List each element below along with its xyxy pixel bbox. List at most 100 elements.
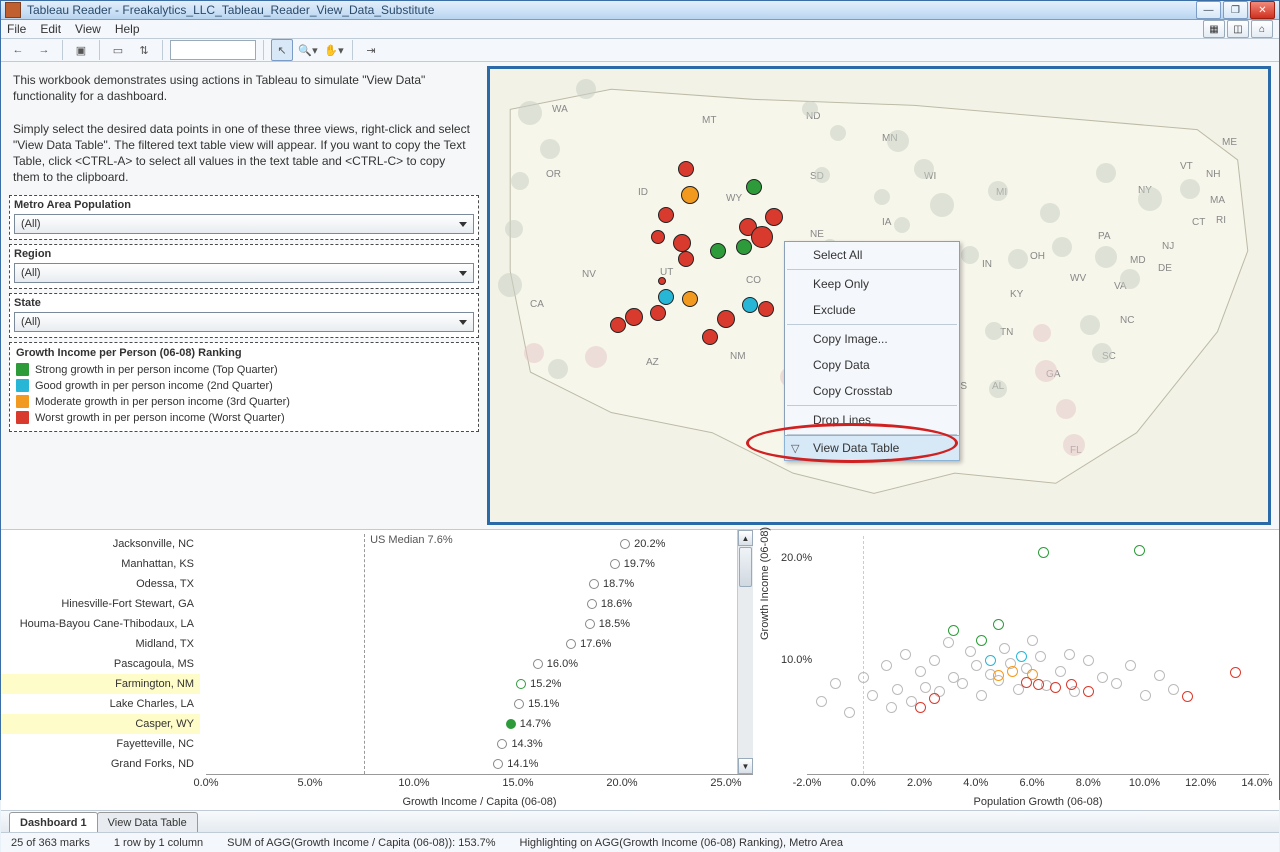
- map-point[interactable]: [540, 139, 560, 159]
- filter-dropdown[interactable]: (All): [14, 312, 474, 332]
- bar-point[interactable]: 15.1%: [514, 698, 559, 710]
- refresh-button[interactable]: ▣: [70, 39, 92, 61]
- scatter-point[interactable]: [1016, 651, 1027, 662]
- map-point[interactable]: [1096, 163, 1116, 183]
- scatter-point[interactable]: [830, 678, 841, 689]
- map-point[interactable]: [989, 380, 1007, 398]
- bar-label[interactable]: Manhattan, KS: [1, 554, 200, 574]
- scatter-point[interactable]: [844, 707, 855, 718]
- map-point[interactable]: [914, 159, 934, 179]
- scatter-point[interactable]: [816, 696, 827, 707]
- map-point[interactable]: [874, 189, 890, 205]
- pointer-tool[interactable]: ↖: [271, 39, 293, 61]
- filter-dropdown[interactable]: (All): [14, 214, 474, 234]
- context-menu-drop-lines[interactable]: Drop Lines: [785, 407, 959, 433]
- scatter-point[interactable]: [1055, 666, 1066, 677]
- scatter-point[interactable]: [915, 666, 926, 677]
- bar-point[interactable]: 16.0%: [533, 658, 578, 670]
- map-point[interactable]: [678, 251, 694, 267]
- map-point[interactable]: [802, 101, 818, 117]
- map-point[interactable]: [765, 208, 783, 226]
- scatter-point[interactable]: [1134, 545, 1145, 556]
- scatter-point[interactable]: [948, 625, 959, 636]
- context-menu-select-all[interactable]: Select All: [785, 242, 959, 268]
- map-point[interactable]: [678, 161, 694, 177]
- scatter-point[interactable]: [1007, 666, 1018, 677]
- scatter-point[interactable]: [1125, 660, 1136, 671]
- scatter-point[interactable]: [1033, 679, 1044, 690]
- bar-label[interactable]: Pascagoula, MS: [1, 654, 200, 674]
- menu-edit[interactable]: Edit: [40, 22, 61, 36]
- scatter-point[interactable]: [867, 690, 878, 701]
- context-menu-view-data-table[interactable]: View Data Table▽: [784, 435, 960, 461]
- map-point[interactable]: [625, 308, 643, 326]
- menu-file[interactable]: File: [7, 22, 26, 36]
- bars-scrollbar[interactable]: ▲ ▼: [737, 530, 753, 774]
- context-menu-exclude[interactable]: Exclude: [785, 297, 959, 323]
- bar-label[interactable]: Jacksonville, NC: [1, 534, 200, 554]
- bar-point[interactable]: 19.7%: [610, 558, 655, 570]
- tab-dashboard-1[interactable]: Dashboard 1: [9, 812, 98, 832]
- fit-combo[interactable]: [170, 40, 256, 60]
- scatter-point[interactable]: [976, 635, 987, 646]
- scatter-point[interactable]: [900, 649, 911, 660]
- context-menu-copy-crosstab[interactable]: Copy Crosstab: [785, 378, 959, 404]
- map-point[interactable]: [1080, 315, 1100, 335]
- scatter-point[interactable]: [892, 684, 903, 695]
- scatter-point[interactable]: [985, 655, 996, 666]
- map-point[interactable]: [681, 186, 699, 204]
- map-point[interactable]: [894, 217, 910, 233]
- bar-point[interactable]: 14.3%: [497, 738, 542, 750]
- map-point[interactable]: [930, 193, 954, 217]
- map-point[interactable]: [585, 346, 607, 368]
- map-point[interactable]: [518, 101, 542, 125]
- context-menu-copy-data[interactable]: Copy Data: [785, 352, 959, 378]
- legend-item[interactable]: Good growth in per person income (2nd Qu…: [16, 379, 472, 392]
- map-point[interactable]: [1095, 246, 1117, 268]
- bar-label[interactable]: Casper, WY: [1, 714, 200, 734]
- scatter-point[interactable]: [1097, 672, 1108, 683]
- map-point[interactable]: [658, 207, 674, 223]
- bar-point[interactable]: 15.2%: [516, 678, 561, 690]
- toolbar-home[interactable]: ⌂: [1251, 20, 1273, 38]
- scatter-point[interactable]: [965, 646, 976, 657]
- scatter-point[interactable]: [1140, 690, 1151, 701]
- scatter-point[interactable]: [943, 637, 954, 648]
- bar-point[interactable]: 20.2%: [620, 538, 665, 550]
- bar-label[interactable]: Houma-Bayou Cane-Thibodaux, LA: [1, 614, 200, 634]
- scatter-point[interactable]: [993, 619, 1004, 630]
- toolbar-show-filmstrip[interactable]: ▦: [1203, 20, 1225, 38]
- map-point[interactable]: [887, 130, 909, 152]
- map-point[interactable]: [511, 172, 529, 190]
- legend-item[interactable]: Moderate growth in per person income (3r…: [16, 395, 472, 408]
- bar-point[interactable]: 17.6%: [566, 638, 611, 650]
- scatter-point[interactable]: [1168, 684, 1179, 695]
- scatter-point[interactable]: [1064, 649, 1075, 660]
- bar-point[interactable]: 14.1%: [493, 758, 538, 770]
- map-point[interactable]: [742, 297, 758, 313]
- scatter-point[interactable]: [920, 682, 931, 693]
- map-point[interactable]: [1035, 360, 1057, 382]
- bar-label[interactable]: Grand Forks, ND: [1, 754, 200, 774]
- scatter-point[interactable]: [1038, 547, 1049, 558]
- map-point[interactable]: [758, 301, 774, 317]
- scatter-point[interactable]: [1027, 635, 1038, 646]
- scatter-point[interactable]: [1083, 686, 1094, 697]
- bar-label[interactable]: Midland, TX: [1, 634, 200, 654]
- bar-label[interactable]: Odessa, TX: [1, 574, 200, 594]
- map-point[interactable]: [1033, 324, 1051, 342]
- scatter-point[interactable]: [1021, 677, 1032, 688]
- map-point[interactable]: [1092, 343, 1112, 363]
- pin-tool[interactable]: ⇥: [360, 39, 382, 61]
- tab-view-data-table[interactable]: View Data Table: [97, 812, 198, 832]
- scatter-point[interactable]: [1182, 691, 1193, 702]
- scatter-point[interactable]: [1050, 682, 1061, 693]
- map-point[interactable]: [1052, 237, 1072, 257]
- scatter-plot[interactable]: [807, 536, 1269, 774]
- presentation-button[interactable]: ▭: [107, 39, 129, 61]
- map-point[interactable]: [988, 181, 1008, 201]
- map-point[interactable]: [658, 277, 666, 285]
- scatter-point[interactable]: [1154, 670, 1165, 681]
- bar-label[interactable]: Farmington, NM: [1, 674, 200, 694]
- map-point[interactable]: [505, 220, 523, 238]
